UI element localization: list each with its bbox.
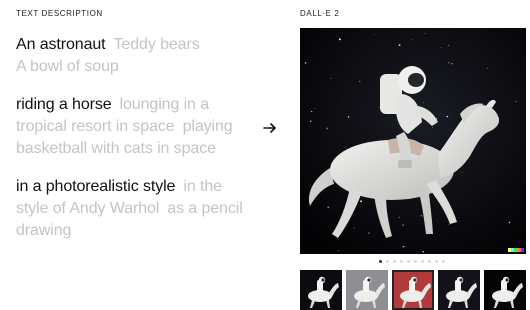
- thumb-astronaut-horse-dark[interactable]: [438, 270, 480, 310]
- thumb-astronaut-horse-grey[interactable]: [346, 270, 388, 310]
- carousel-dot[interactable]: [435, 259, 438, 263]
- signature-watermark: [508, 248, 525, 252]
- carousel-dot[interactable]: [414, 259, 417, 263]
- prompt-option[interactable]: Teddy bears: [114, 36, 200, 53]
- dalle-demo: TEXT DESCRIPTION An astronaut Teddy bears…: [0, 0, 530, 310]
- generated-image: [300, 28, 526, 254]
- carousel-dot[interactable]: [428, 259, 431, 263]
- arrow-right-icon: [262, 120, 278, 136]
- carousel-dot[interactable]: [421, 259, 424, 263]
- section-label-dalle: DALL·E 2: [300, 9, 340, 18]
- carousel-dot[interactable]: [386, 259, 389, 263]
- prompt-group-action: riding a horse lounging in a tropical res…: [16, 94, 246, 160]
- prompt-group-style: in a photorealistic style in the style of…: [16, 176, 246, 242]
- thumbnail-strip: [300, 270, 526, 310]
- prompt-option-selected[interactable]: An astronaut: [16, 36, 106, 53]
- carousel-dot[interactable]: [442, 259, 445, 263]
- thumb-astronaut-horse-black[interactable]: [484, 270, 526, 310]
- carousel-dots: [379, 259, 445, 263]
- prompt-option-selected[interactable]: riding a horse: [16, 96, 112, 113]
- carousel-dot[interactable]: [393, 259, 396, 263]
- thumb-astronaut-horse-red[interactable]: [392, 270, 434, 310]
- carousel-dot[interactable]: [400, 259, 403, 263]
- carousel-dot[interactable]: [379, 259, 382, 263]
- prompt-option-selected[interactable]: in a photorealistic style: [16, 178, 175, 195]
- carousel-dot[interactable]: [407, 259, 410, 263]
- text-description-panel: TEXT DESCRIPTION An astronaut Teddy bears…: [16, 8, 246, 242]
- thumb-astronaut-horse-space[interactable]: [300, 270, 342, 310]
- prompt-group-subject: An astronaut Teddy bears A bowl of soup: [16, 34, 246, 78]
- section-label-text-description: TEXT DESCRIPTION: [16, 9, 103, 18]
- prompt-option[interactable]: A bowl of soup: [16, 58, 119, 75]
